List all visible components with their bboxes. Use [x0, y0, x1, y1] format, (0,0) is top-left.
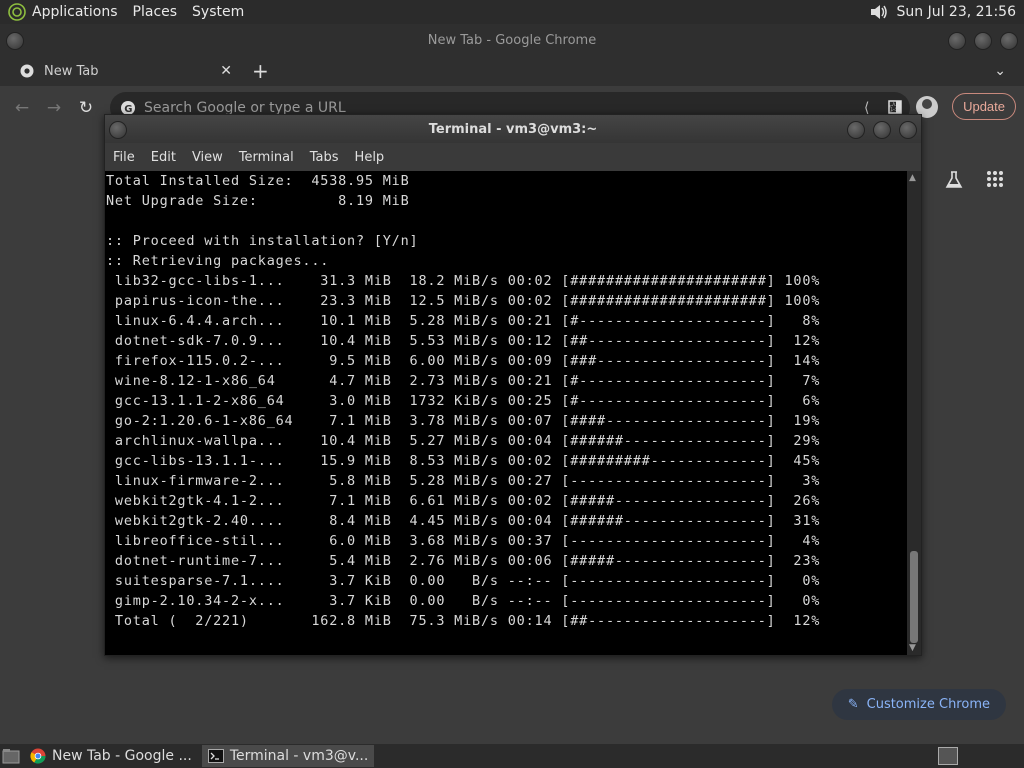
terminal-line: linux-firmware-2... 5.8 MiB 5.28 MiB/s 0…: [106, 473, 821, 489]
terminal-line: papirus-icon-the... 23.3 MiB 12.5 MiB/s …: [106, 293, 821, 309]
side-panel-icon[interactable]: [888, 99, 902, 114]
terminal-line: Total ( 2/221) 162.8 MiB 75.3 MiB/s 00:1…: [106, 613, 821, 629]
terminal-output[interactable]: Total Installed Size: 4538.95 MiB Net Upg…: [105, 171, 907, 655]
taskbar-item-terminal-label: Terminal - vm3@v...: [229, 748, 369, 764]
system-menu[interactable]: System: [192, 4, 244, 20]
terminal-line: dotnet-sdk-7.0.9... 10.4 MiB 5.53 MiB/s …: [106, 333, 821, 349]
terminal-line: wine-8.12-1-x86_64 4.7 MiB 2.73 MiB/s 00…: [106, 373, 821, 389]
top-panel: Applications Places System Sun Jul 23, 2…: [0, 0, 1024, 24]
terminal-window: Terminal - vm3@vm3:~ File Edit View Term…: [104, 114, 922, 656]
scroll-down-icon[interactable]: ▼: [909, 643, 916, 653]
taskbar-item-chrome-label: New Tab - Google ...: [52, 748, 192, 764]
chrome-taskbar-icon: [30, 748, 46, 764]
bottom-taskbar: New Tab - Google ... Terminal - vm3@v...: [0, 744, 1024, 768]
tab-title: New Tab: [44, 63, 99, 79]
volume-icon[interactable]: [869, 3, 889, 21]
places-menu[interactable]: Places: [133, 4, 178, 20]
terminal-line: dotnet-runtime-7... 5.4 MiB 2.76 MiB/s 0…: [106, 553, 821, 569]
terminal-scrollbar[interactable]: ▲ ▼: [907, 171, 921, 655]
tab-search-chevron-icon[interactable]: ⌄: [994, 63, 1006, 79]
terminal-window-menu-button[interactable]: [109, 121, 127, 139]
terminal-line: libreoffice-stil... 6.0 MiB 3.68 MiB/s 0…: [106, 533, 821, 549]
customize-chrome-label: Customize Chrome: [866, 697, 990, 712]
maximize-button[interactable]: [974, 32, 992, 50]
terminal-minimize-button[interactable]: [847, 121, 865, 139]
minimize-button[interactable]: [948, 32, 966, 50]
menu-help[interactable]: Help: [355, 150, 385, 165]
workspace-switcher[interactable]: [938, 747, 958, 765]
terminal-text: Total Installed Size: 4538.95 MiB Net Upg…: [105, 171, 907, 631]
window-menu-button[interactable]: [6, 32, 24, 50]
tab-strip: New Tab ✕ + ⌄: [0, 56, 1024, 86]
terminal-line: archlinux-wallpa... 10.4 MiB 5.27 MiB/s …: [106, 433, 821, 449]
terminal-line: suitesparse-7.1.... 3.7 KiB 0.00 B/s --:…: [106, 573, 821, 589]
terminal-line: webkit2gtk-2.40.... 8.4 MiB 4.45 MiB/s 0…: [106, 513, 821, 529]
taskbar-item-chrome[interactable]: New Tab - Google ...: [24, 745, 198, 767]
clock[interactable]: Sun Jul 23, 21:56: [897, 4, 1017, 20]
terminal-maximize-button[interactable]: [873, 121, 891, 139]
terminal-line: Total Installed Size: 4538.95 MiB: [106, 173, 410, 189]
new-tab-icon[interactable]: +: [252, 59, 269, 83]
pencil-icon: ✎: [847, 697, 859, 712]
terminal-line: gcc-libs-13.1.1-... 15.9 MiB 8.53 MiB/s …: [106, 453, 821, 469]
reload-icon[interactable]: ↻: [70, 98, 102, 118]
close-tab-icon[interactable]: ✕: [220, 63, 232, 79]
forward-icon[interactable]: →: [38, 98, 70, 118]
terminal-line: go-2:1.20.6-1-x86_64 7.1 MiB 3.78 MiB/s …: [106, 413, 821, 429]
menu-edit[interactable]: Edit: [151, 150, 176, 165]
terminal-menubar: File Edit View Terminal Tabs Help: [105, 143, 921, 171]
scrollbar-thumb[interactable]: [910, 551, 918, 643]
tab-new-tab[interactable]: New Tab ✕: [8, 56, 238, 86]
update-button[interactable]: Update: [952, 93, 1016, 120]
terminal-line: :: Proceed with installation? [Y/n]: [106, 233, 419, 249]
menu-terminal[interactable]: Terminal: [239, 150, 294, 165]
menu-view[interactable]: View: [192, 150, 223, 165]
terminal-line: firefox-115.0.2-... 9.5 MiB 6.00 MiB/s 0…: [106, 353, 821, 369]
terminal-window-title: Terminal - vm3@vm3:~: [428, 121, 598, 137]
close-window-button[interactable]: [1000, 32, 1018, 50]
terminal-line: gimp-2.10.34-2-x... 3.7 KiB 0.00 B/s --:…: [106, 593, 821, 609]
terminal-line: :: Retrieving packages...: [106, 253, 330, 269]
apps-grid-icon[interactable]: [986, 170, 1004, 188]
chrome-titlebar[interactable]: New Tab - Google Chrome: [0, 24, 1024, 56]
taskbar-item-terminal[interactable]: Terminal - vm3@v...: [201, 745, 375, 767]
terminal-titlebar[interactable]: Terminal - vm3@vm3:~: [105, 115, 921, 143]
menu-tabs[interactable]: Tabs: [310, 150, 339, 165]
labs-flask-icon[interactable]: [944, 170, 964, 190]
terminal-line: lib32-gcc-libs-1... 31.3 MiB 18.2 MiB/s …: [106, 273, 821, 289]
scroll-up-icon[interactable]: ▲: [909, 173, 916, 183]
terminal-line: webkit2gtk-4.1-2... 7.1 MiB 6.61 MiB/s 0…: [106, 493, 821, 509]
terminal-close-button[interactable]: [899, 121, 917, 139]
menu-file[interactable]: File: [113, 150, 135, 165]
terminal-line: Net Upgrade Size: 8.19 MiB: [106, 193, 410, 209]
distro-logo-icon[interactable]: [8, 3, 26, 21]
applications-menu[interactable]: Applications: [32, 4, 118, 20]
chrome-logo-icon: [20, 64, 34, 78]
terminal-line: gcc-13.1.1-2-x86_64 3.0 MiB 1732 KiB/s 0…: [106, 393, 821, 409]
chrome-window-title: New Tab - Google Chrome: [427, 32, 597, 48]
terminal-taskbar-icon: [207, 749, 224, 763]
customize-chrome-button[interactable]: ✎ Customize Chrome: [831, 689, 1006, 720]
back-icon[interactable]: ←: [6, 98, 38, 118]
terminal-line: linux-6.4.4.arch... 10.1 MiB 5.28 MiB/s …: [106, 313, 821, 329]
show-desktop-icon[interactable]: [2, 748, 20, 764]
